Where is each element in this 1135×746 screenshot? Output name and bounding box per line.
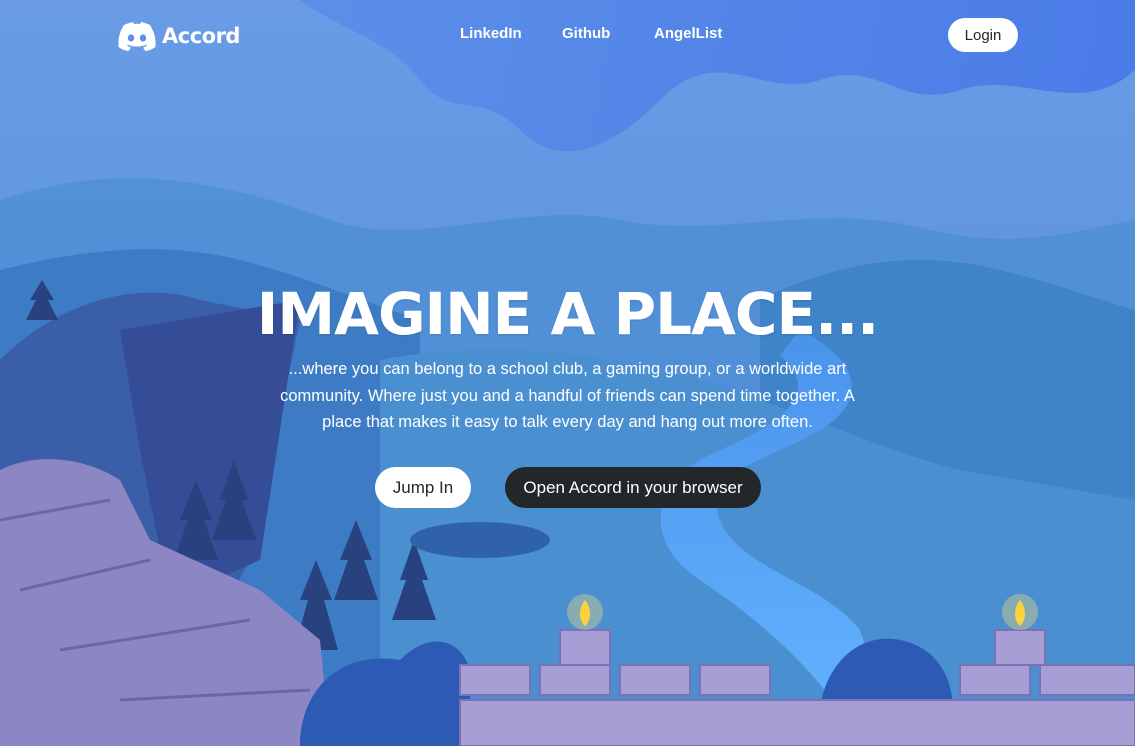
jump-in-button[interactable]: Jump In: [375, 467, 471, 508]
nav-link-angellist[interactable]: AngelList: [654, 25, 722, 42]
login-button[interactable]: Login: [948, 18, 1018, 52]
floating-island: [410, 522, 550, 558]
brand-name: Accord: [162, 24, 240, 48]
nav-link-linkedin[interactable]: LinkedIn: [460, 25, 522, 42]
top-navigation: Accord LinkedIn Github AngelList Login: [0, 0, 1135, 72]
nav-link-github[interactable]: Github: [562, 25, 610, 42]
hero-title: IMAGINE A PLACE...: [256, 280, 879, 348]
discord-logo-icon: [118, 22, 156, 51]
brand-logo[interactable]: Accord: [118, 20, 240, 52]
open-in-browser-button[interactable]: Open Accord in your browser: [505, 467, 761, 508]
hero-description: ...where you can belong to a school club…: [280, 360, 855, 431]
